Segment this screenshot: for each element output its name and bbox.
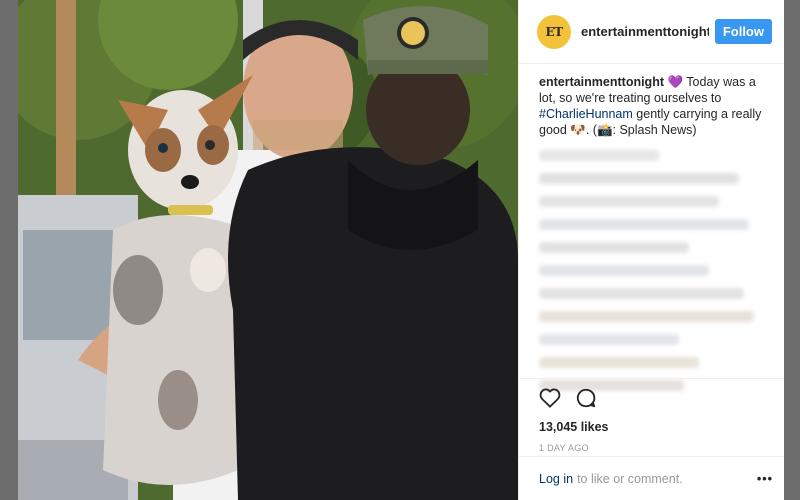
post-sidebar: ET entertainmenttonight Follow entertain… xyxy=(518,0,785,500)
post-photo[interactable] xyxy=(18,0,518,500)
post-header: ET entertainmenttonight Follow xyxy=(519,0,784,64)
caption-username[interactable]: entertainmenttonight xyxy=(539,75,664,89)
login-link[interactable]: Log in xyxy=(539,472,573,486)
blurred-comment xyxy=(539,242,689,253)
page-margin xyxy=(784,0,800,500)
caption-hashtag[interactable]: #CharlieHunnam xyxy=(539,107,633,121)
comments-list-blurred xyxy=(519,138,784,391)
blurred-comment xyxy=(539,196,719,207)
comment-icon[interactable] xyxy=(575,387,597,414)
more-options-icon[interactable]: ••• xyxy=(757,472,773,486)
likes-count[interactable]: 13,045 likes xyxy=(539,420,769,434)
post-image xyxy=(18,0,518,500)
post-caption: entertainmenttonight 💜 Today was a lot, … xyxy=(519,64,784,138)
caption-emoji: 💜 xyxy=(667,75,684,89)
post-actions: 13,045 likes 1 DAY AGO xyxy=(519,378,785,453)
blurred-comment xyxy=(539,334,679,345)
blurred-comment xyxy=(539,219,749,230)
blurred-comment xyxy=(539,288,744,299)
account-avatar[interactable]: ET xyxy=(537,14,571,49)
blurred-comment xyxy=(539,357,699,368)
login-bar: Log in to like or comment. ••• xyxy=(519,456,785,500)
follow-button[interactable]: Follow xyxy=(714,19,772,44)
account-name[interactable]: entertainmenttonight xyxy=(581,24,709,39)
action-icons xyxy=(539,387,769,414)
post-timestamp: 1 DAY AGO xyxy=(539,443,589,453)
blurred-comment xyxy=(539,150,659,161)
blurred-comment xyxy=(539,173,739,184)
blurred-comment xyxy=(539,265,709,276)
login-prompt-text: to like or comment. xyxy=(577,471,683,486)
heart-icon[interactable] xyxy=(539,388,561,413)
blurred-comment xyxy=(539,311,754,322)
